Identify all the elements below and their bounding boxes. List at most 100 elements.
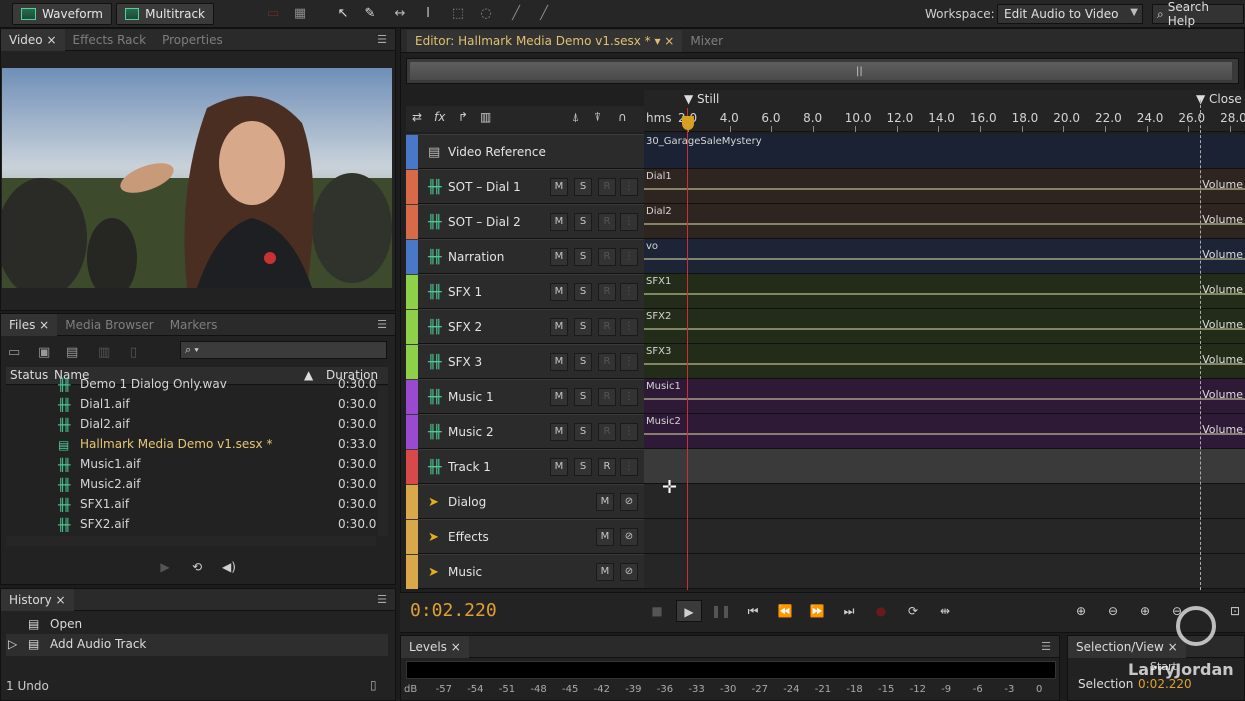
track-lane[interactable]: SFX2 Volume [644, 309, 1245, 344]
monitor-icon[interactable]: ⍒ [594, 110, 601, 125]
mute-button[interactable]: M [596, 493, 614, 511]
multitrack-mode-button[interactable]: Multitrack [116, 3, 214, 25]
track-lane[interactable]: SFX3 Volume [644, 344, 1245, 379]
volume-envelope[interactable] [644, 328, 1245, 330]
file-row[interactable]: ╫╫ Music1.aif 0:30.0 [6, 455, 376, 475]
track-color-swatch[interactable] [406, 415, 418, 449]
panel-menu-icon[interactable]: ☰ [377, 593, 387, 606]
zoom-selection-icon[interactable]: ⊡ [1222, 600, 1245, 622]
mute-button[interactable]: M [550, 283, 568, 301]
play-file-icon[interactable]: ▶ [152, 556, 178, 578]
solo-button[interactable]: S [574, 458, 592, 476]
record-icon[interactable]: ● [868, 600, 894, 622]
open-file-icon[interactable]: ▭ [8, 345, 26, 360]
track-header[interactable]: ╫╫ SFX 1 M S R ⋮ [406, 274, 644, 309]
track-color-swatch[interactable] [406, 345, 418, 379]
monitor-input-button[interactable]: ⋮ [620, 283, 638, 301]
track-color-swatch[interactable] [406, 135, 418, 169]
volume-envelope[interactable] [644, 223, 1245, 225]
mute-button[interactable]: M [550, 318, 568, 336]
track-header[interactable]: ➤ Music M ⊘ [406, 554, 644, 589]
track-name[interactable]: SFX 1 [448, 285, 482, 299]
track-color-swatch[interactable] [406, 170, 418, 204]
track-lane[interactable]: Dial1 Volume [644, 169, 1245, 204]
solo-button[interactable]: S [574, 388, 592, 406]
insert-into-multitrack-icon[interactable]: ▥ [98, 345, 116, 360]
track-name[interactable]: Music [448, 565, 482, 579]
tab-effects-rack[interactable]: Effects Rack [65, 29, 155, 51]
volume-envelope[interactable] [644, 433, 1245, 435]
track-lane[interactable]: vo Volume [644, 239, 1245, 274]
selection-start-value[interactable]: 0:02.220 [1138, 677, 1192, 691]
tab-markers[interactable]: Markers [162, 314, 226, 336]
tab-properties[interactable]: Properties [154, 29, 231, 51]
track-name[interactable]: Music 2 [448, 425, 494, 439]
skip-selection-icon[interactable]: ⇹ [932, 600, 958, 622]
trash-icon[interactable]: ▯ [130, 345, 148, 360]
track-header[interactable]: ╫╫ SFX 2 M S R ⋮ [406, 309, 644, 344]
record-arm-button[interactable]: R [598, 283, 616, 301]
track-lane[interactable] [644, 484, 1245, 519]
brush-tool-icon[interactable]: ╱ [508, 6, 524, 22]
track-name[interactable]: Effects [448, 530, 489, 544]
volume-envelope[interactable] [644, 293, 1245, 295]
marker-close[interactable]: ▼ Close [1196, 92, 1242, 106]
loop-playback-icon[interactable]: ⟳ [900, 600, 926, 622]
record-arm-button[interactable]: R [598, 353, 616, 371]
file-row[interactable]: ▤ Hallmark Media Demo v1.sesx * 0:33.0 [6, 435, 376, 455]
files-horizontal-scrollbar[interactable] [6, 536, 376, 546]
history-item-add-audio-track[interactable]: Add Audio Track [50, 637, 146, 651]
search-help-field[interactable]: ⌕ Search Help [1152, 0, 1244, 28]
mute-button[interactable]: M [596, 528, 614, 546]
clip-label[interactable]: Dial2 [646, 206, 672, 217]
track-lane[interactable]: SFX1 Volume [644, 274, 1245, 309]
record-tool-icon[interactable]: ▭ [265, 6, 281, 22]
track-color-swatch[interactable] [406, 520, 418, 554]
file-row[interactable]: ╫╫ SFX1.aif 0:30.0 [6, 495, 376, 515]
workspace-select[interactable]: Edit Audio to Video ▼ [997, 4, 1143, 24]
tab-levels[interactable]: Levels × [401, 635, 469, 658]
volume-envelope[interactable] [644, 398, 1245, 400]
lasso-tool-icon[interactable]: ◌ [478, 6, 494, 22]
track-header[interactable]: ╫╫ SOT – Dial 2 M S R ⋮ [406, 204, 644, 239]
panel-menu-icon[interactable]: ☰ [1041, 640, 1051, 653]
clip-label[interactable]: 30_GarageSaleMystery [646, 136, 762, 147]
track-color-swatch[interactable] [406, 380, 418, 414]
record-arm-button[interactable]: R [598, 248, 616, 266]
file-search-input[interactable] [180, 341, 387, 359]
marker-still[interactable]: ▼ Still [684, 92, 719, 106]
track-color-swatch[interactable] [406, 310, 418, 344]
tab-editor[interactable]: Editor: Hallmark Media Demo v1.sesx * ▾ … [407, 29, 683, 52]
panel-menu-icon[interactable]: ☰ [377, 33, 387, 46]
mute-button[interactable]: M [550, 458, 568, 476]
track-header[interactable]: ╫╫ Music 1 M S R ⋮ [406, 379, 644, 414]
move-tool-icon[interactable]: ↖ [335, 6, 351, 22]
file-row[interactable]: ╫╫ SFX2.aif 0:30.0 [6, 515, 376, 535]
record-arm-button[interactable]: R [598, 423, 616, 441]
solo-button[interactable]: S [574, 283, 592, 301]
mute-button[interactable]: M [596, 563, 614, 581]
sends-icon[interactable]: ↱ [458, 110, 468, 124]
autoplay-icon[interactable]: ◀) [216, 556, 242, 578]
track-color-swatch[interactable] [406, 485, 418, 519]
track-lane[interactable]: Dial2 Volume [644, 204, 1245, 239]
import-file-icon[interactable]: ▣ [38, 345, 56, 360]
clip-label[interactable]: SFX2 [646, 311, 671, 322]
track-name[interactable]: Video Reference [448, 145, 546, 159]
solo-button[interactable]: S [574, 318, 592, 336]
current-time-display[interactable]: 0:02.220 [410, 600, 497, 621]
playhead-handle[interactable] [682, 116, 694, 130]
track-lane[interactable] [644, 519, 1245, 554]
mute-button[interactable]: M [550, 248, 568, 266]
volume-envelope[interactable] [644, 258, 1245, 260]
solo-button[interactable]: S [574, 248, 592, 266]
track-name[interactable]: SOT – Dial 1 [448, 180, 521, 194]
file-row[interactable]: ╫╫ Music2.aif 0:30.0 [6, 475, 376, 495]
razor-tool-icon[interactable]: ✎ [362, 6, 378, 22]
track-header[interactable]: ➤ Effects M ⊘ [406, 519, 644, 554]
playhead[interactable] [687, 108, 688, 590]
volume-envelope[interactable] [644, 188, 1245, 190]
solo-button[interactable]: S [574, 353, 592, 371]
clip-label[interactable]: Music1 [646, 381, 681, 392]
tab-video[interactable]: Video × [1, 28, 65, 51]
